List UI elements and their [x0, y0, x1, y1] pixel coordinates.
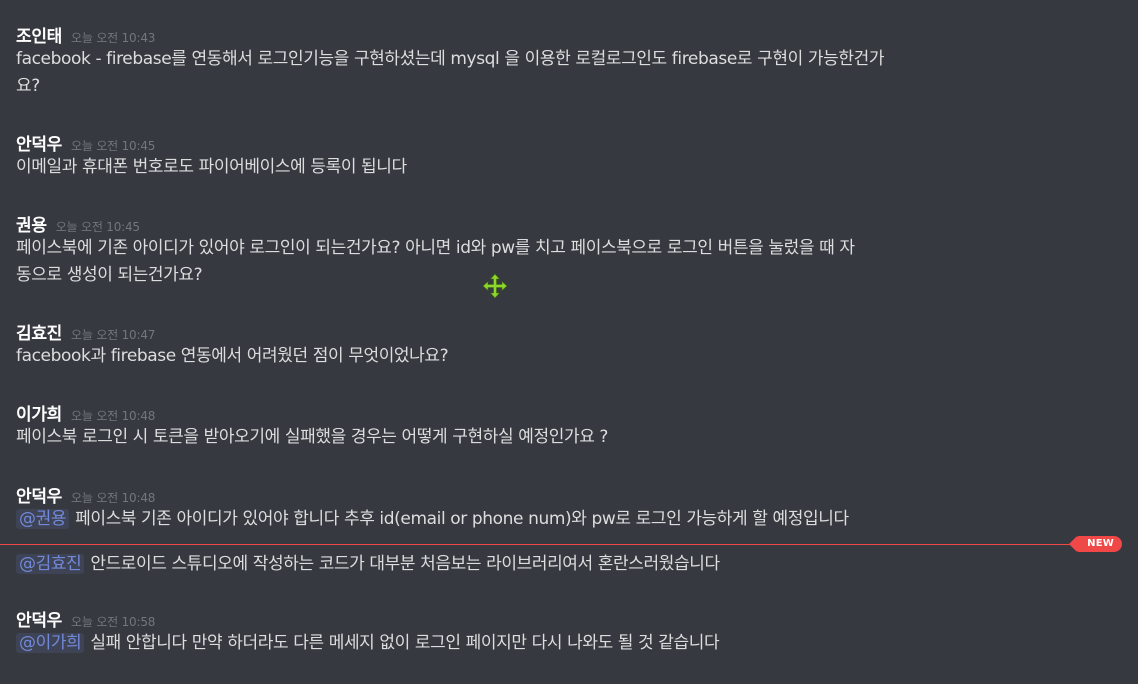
move-cursor-icon: [482, 273, 508, 299]
message-text: @김효진 안드로이드 스튜디오에 작성하는 코드가 대부분 처음보는 라이브러리여…: [16, 551, 1122, 578]
timestamp: 오늘 오전 10:58: [71, 615, 156, 629]
author-name[interactable]: 권용: [16, 211, 47, 236]
message-body: 페이스북 기존 아이디가 있어야 합니다 추후 id(email or phon…: [75, 509, 849, 529]
timestamp: 오늘 오전 10:47: [71, 328, 156, 342]
user-mention[interactable]: @이가희: [16, 633, 85, 653]
author-name[interactable]: 조인태: [16, 22, 62, 47]
message-body: 안드로이드 스튜디오에 작성하는 코드가 대부분 처음보는 라이브러리여서 혼란…: [90, 554, 720, 574]
timestamp: 오늘 오전 10:48: [71, 491, 156, 505]
new-messages-badge: NEW: [1069, 536, 1122, 552]
message-group: 조인태 오늘 오전 10:43 facebook - firebase를 연동해…: [16, 22, 1122, 100]
message-text: 동으로 생성이 되는건가요?: [16, 265, 203, 285]
message-text: 이메일과 휴대폰 번호로도 파이어베이스에 등록이 됩니다: [16, 157, 407, 177]
message-body: 실패 안합니다 만약 하더라도 다른 메세지 없이 로그인 페이지만 다시 나와…: [90, 633, 720, 653]
message-continuation: @김효진 안드로이드 스튜디오에 작성하는 코드가 대부분 처음보는 라이브러리여…: [16, 551, 1122, 578]
message-group: 안덕우 오늘 오전 10:45 이메일과 휴대폰 번호로도 파이어베이스에 등록…: [16, 130, 1122, 181]
message-text: 페이스북에 기존 아이디가 있어야 로그인이 되는건가요? 아니면 id와 pw…: [16, 238, 855, 258]
message-header: 이가희 오늘 오전 10:48: [16, 400, 1122, 425]
user-mention[interactable]: @김효진: [16, 554, 85, 574]
new-messages-divider: [0, 544, 1114, 545]
message-text: facebook과 firebase 연동에서 어려웠던 점이 무엇이었나요?: [16, 346, 449, 366]
message-header: 권용 오늘 오전 10:45: [16, 211, 1122, 236]
message-group: 김효진 오늘 오전 10:47 facebook과 firebase 연동에서 …: [16, 319, 1122, 370]
message-text: @이가희 실패 안합니다 만약 하더라도 다른 메세지 없이 로그인 페이지만 다…: [16, 630, 1122, 657]
message-group: 안덕우 오늘 오전 10:58 @이가희 실패 안합니다 만약 하더라도 다른 메…: [16, 606, 1122, 657]
author-name[interactable]: 안덕우: [16, 130, 62, 155]
message-header: 안덕우 오늘 오전 10:58: [16, 606, 1122, 631]
message-header: 조인태 오늘 오전 10:43: [16, 22, 1122, 47]
message-group: 이가희 오늘 오전 10:48 페이스북 로그인 시 토큰을 받아오기에 실패했…: [16, 400, 1122, 451]
message-group: 권용 오늘 오전 10:45 페이스북에 기존 아이디가 있어야 로그인이 되는…: [16, 211, 1122, 289]
message-text: 요?: [16, 76, 40, 96]
timestamp: 오늘 오전 10:45: [55, 220, 140, 234]
timestamp: 오늘 오전 10:45: [71, 139, 156, 153]
timestamp: 오늘 오전 10:48: [71, 409, 156, 423]
message-text: facebook - firebase를 연동해서 로그인기능을 구현하셨는데 …: [16, 49, 885, 69]
message-text: @권용 페이스북 기존 아이디가 있어야 합니다 추후 id(email or p…: [16, 506, 1122, 533]
message-header: 안덕우 오늘 오전 10:48: [16, 482, 1122, 507]
author-name[interactable]: 안덕우: [16, 606, 62, 631]
author-name[interactable]: 이가희: [16, 400, 62, 425]
message-text: 페이스북 로그인 시 토큰을 받아오기에 실패했을 경우는 어떻게 구현하실 예…: [16, 427, 609, 447]
author-name[interactable]: 안덕우: [16, 482, 62, 507]
message-header: 안덕우 오늘 오전 10:45: [16, 130, 1122, 155]
user-mention[interactable]: @권용: [16, 509, 70, 529]
message-group: 안덕우 오늘 오전 10:48 @권용 페이스북 기존 아이디가 있어야 합니다 …: [16, 482, 1122, 533]
message-header: 김효진 오늘 오전 10:47: [16, 319, 1122, 344]
chat-messages: 조인태 오늘 오전 10:43 facebook - firebase를 연동해…: [0, 0, 1138, 684]
timestamp: 오늘 오전 10:43: [71, 31, 156, 45]
author-name[interactable]: 김효진: [16, 319, 62, 344]
